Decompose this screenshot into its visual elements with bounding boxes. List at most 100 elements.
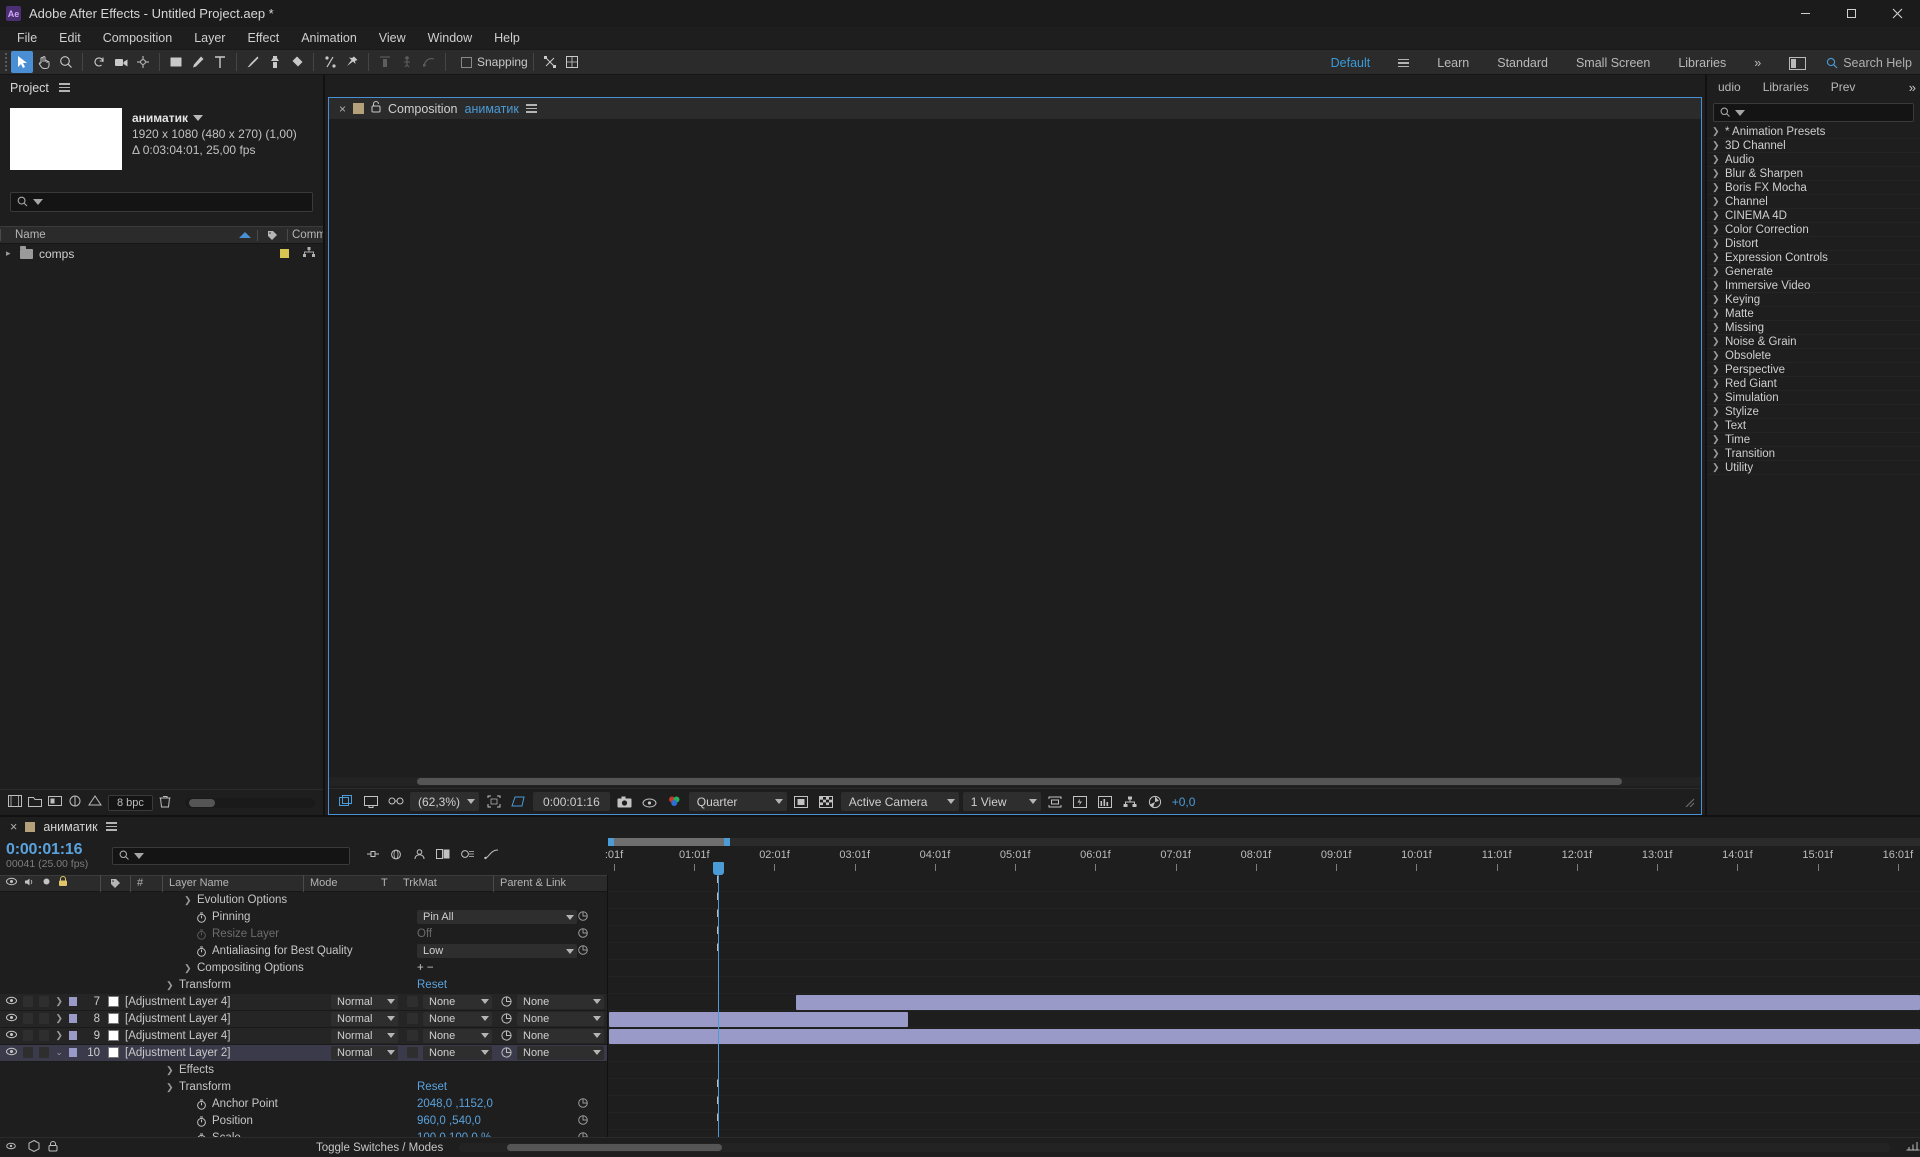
effect-category-item[interactable]: ❯Distort [1707, 237, 1920, 251]
effect-category-item[interactable]: ❯Perspective [1707, 363, 1920, 377]
sort-ascending-icon[interactable] [239, 232, 251, 238]
lock-icon[interactable] [371, 101, 381, 116]
track-row[interactable]: I [608, 1113, 1920, 1130]
workspace-menu-icon[interactable] [1384, 50, 1423, 76]
property-row[interactable]: Anchor Point2048,0 ,1152,0 [0, 1096, 607, 1113]
layer-parent-dropdown[interactable]: None [517, 1029, 607, 1043]
effects-search-input[interactable] [1713, 103, 1914, 122]
effect-category-item[interactable]: ❯Color Correction [1707, 223, 1920, 237]
property-row[interactable]: PinningPin All [0, 909, 607, 926]
project-row-comps[interactable]: ▸ comps [0, 244, 323, 263]
property-row[interactable]: ❯Effects [0, 1062, 607, 1079]
layer-preserve-transparency-cell[interactable] [401, 996, 423, 1007]
track-row[interactable] [608, 1011, 1920, 1028]
expand-chevron-icon[interactable]: ❯ [1712, 336, 1720, 347]
composition-canvas[interactable] [329, 119, 1701, 777]
property-dropdown[interactable]: Low [417, 944, 577, 958]
roto-brush-tool[interactable] [319, 51, 341, 73]
layer-audio-toggle[interactable] [23, 996, 33, 1007]
effect-category-item[interactable]: ❯Stylize [1707, 405, 1920, 419]
menu-layer[interactable]: Layer [183, 29, 236, 47]
timeline-ruler[interactable]: :01f01:01f02:01f03:01f04:01f05:01f06:01f… [608, 836, 1920, 875]
layer-name-column-header[interactable]: Layer Name [162, 875, 303, 892]
effect-category-item[interactable]: ❯Boris FX Mocha [1707, 181, 1920, 195]
effect-category-item[interactable]: ❯Matte [1707, 307, 1920, 321]
layer-name-cell[interactable]: [Adjustment Layer 4] [100, 996, 331, 1008]
timeline-graph-icon[interactable] [1095, 792, 1116, 812]
layer-duration-bar[interactable] [609, 1012, 908, 1027]
track-row[interactable] [608, 994, 1920, 1011]
track-row[interactable]: I [608, 892, 1920, 909]
project-column-label[interactable] [257, 230, 287, 241]
parent-pickwhip-icon[interactable] [495, 1012, 517, 1025]
work-area-fill[interactable] [608, 838, 729, 846]
property-value-cell[interactable]: Low [417, 944, 577, 958]
expand-chevron-icon[interactable]: ❯ [1712, 308, 1720, 319]
selection-tool[interactable] [11, 51, 33, 73]
track-row[interactable] [608, 977, 1920, 994]
work-area-bar[interactable] [608, 838, 1920, 846]
work-area-start-handle[interactable] [608, 838, 614, 846]
color-depth-value[interactable]: 8 bpc [108, 795, 153, 811]
delete-item-icon[interactable] [159, 795, 171, 811]
property-value[interactable]: Reset [417, 979, 447, 991]
layer-mode-dropdown[interactable]: Normal [331, 1046, 401, 1060]
track-row[interactable]: I [608, 926, 1920, 943]
expand-chevron-icon[interactable]: ❯ [166, 980, 174, 991]
viewer-timecode[interactable]: 0:00:01:16 [533, 792, 610, 811]
expand-chevron-icon[interactable]: ❯ [166, 1082, 174, 1093]
preserve-transparency-toggle[interactable] [407, 996, 418, 1007]
expand-chevron-icon[interactable]: ❯ [1712, 210, 1720, 221]
close-tab-icon[interactable]: × [339, 102, 346, 116]
expand-chevron-icon[interactable]: ❯ [1712, 126, 1720, 137]
camera-dropdown[interactable]: Active Camera [841, 792, 959, 811]
color-depth-icon[interactable] [88, 795, 102, 810]
resolution-dropdown[interactable]: Quarter [689, 792, 787, 811]
layer-trkmat-dropdown[interactable]: None [423, 995, 495, 1009]
track-row[interactable] [608, 960, 1920, 977]
effect-category-item[interactable]: ❯Red Giant [1707, 377, 1920, 391]
layer-visibility-icon[interactable] [6, 1013, 17, 1025]
property-value-cell[interactable]: 100,0 100,0 % [417, 1132, 577, 1137]
effect-category-item[interactable]: ❯Blur & Sharpen [1707, 167, 1920, 181]
workspace-default[interactable]: Default [1317, 50, 1385, 76]
property-value[interactable]: Reset [417, 1081, 447, 1093]
workspace-overflow[interactable]: » [1740, 50, 1775, 76]
type-tool[interactable] [209, 51, 231, 73]
property-row[interactable]: ❯Evolution Options [0, 892, 607, 909]
layer-audio-toggle[interactable] [23, 1030, 33, 1041]
property-row[interactable]: ❯TransformReset [0, 1079, 607, 1096]
timeline-footer-cube-icon[interactable] [28, 1140, 40, 1155]
effect-category-item[interactable]: ❯* Animation Presets [1707, 125, 1920, 139]
expand-chevron-icon[interactable]: ❯ [1712, 406, 1720, 417]
layer-preserve-transparency-cell[interactable] [401, 1047, 423, 1058]
toggle-transparency-grid-icon[interactable] [816, 792, 837, 812]
property-row[interactable]: ❯TransformReset [0, 977, 607, 994]
layer-preserve-transparency-cell[interactable] [401, 1013, 423, 1024]
snapshot-icon[interactable] [614, 792, 635, 812]
effect-category-item[interactable]: ❯Generate [1707, 265, 1920, 279]
preserve-transparency-toggle[interactable] [407, 1047, 418, 1058]
layer-expand-chevron-icon[interactable]: ⌄ [55, 1047, 63, 1058]
layer-name-cell[interactable]: [Adjustment Layer 2] [100, 1047, 331, 1059]
hand-tool[interactable] [33, 51, 55, 73]
project-zoom-slider[interactable] [185, 798, 315, 808]
menu-effect[interactable]: Effect [236, 29, 290, 47]
transparency-grid-icon[interactable] [508, 792, 529, 812]
expand-chevron-icon[interactable]: ❯ [1712, 280, 1720, 291]
property-value-cell[interactable]: Reset [417, 979, 577, 991]
graph-editor-icon[interactable] [484, 848, 499, 863]
property-row[interactable]: Antialiasing for Best QualityLow [0, 943, 607, 960]
expand-chevron-icon[interactable]: ❯ [1712, 238, 1720, 249]
expand-chevron-icon[interactable]: ❯ [1712, 434, 1720, 445]
layer-parent-dropdown[interactable]: None [517, 1046, 607, 1060]
expand-chevron-icon[interactable]: ❯ [1712, 252, 1720, 263]
menu-animation[interactable]: Animation [290, 29, 368, 47]
fast-previews-icon[interactable] [1070, 792, 1091, 812]
comp-dropdown-icon[interactable] [193, 115, 203, 121]
project-search-input[interactable] [10, 192, 313, 212]
layer-row[interactable]: ❯9[Adjustment Layer 4]NormalNoneNone [0, 1028, 607, 1045]
stopwatch-icon[interactable] [196, 1099, 207, 1110]
trkmat-column-header[interactable]: TrkMat [397, 875, 493, 892]
layer-mode-dropdown[interactable]: Normal [331, 995, 401, 1009]
